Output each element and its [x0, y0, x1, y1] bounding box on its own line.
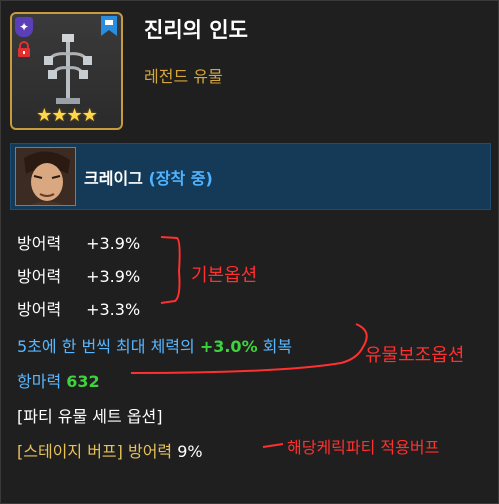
base-option-3: 방어력 +3.3%	[17, 296, 140, 320]
stage-buff-stat: 방어력	[127, 442, 173, 461]
sub-option-value: +3.0%	[199, 337, 258, 356]
relic-sub-option: 5초에 한 번씩 최대 체력의 +3.0% 회복	[17, 333, 292, 357]
stage-buff-label: [스테이지 버프]	[17, 442, 123, 461]
party-set-title: [파티 유물 세트 옵션]	[17, 407, 163, 426]
option-value: +3.9%	[86, 267, 141, 286]
item-grade: 레전드 유물	[144, 67, 223, 86]
base-option-2: 방어력 +3.9%	[17, 263, 140, 287]
sub-option-suffix: 회복	[257, 337, 293, 356]
relic-item-slot[interactable]: ✦ ★★★★	[10, 12, 123, 130]
lock-icon[interactable]	[17, 41, 31, 57]
base-option-1: 방어력 +3.9%	[17, 230, 140, 254]
star-rating: ★★★★	[36, 105, 98, 126]
option-value: +3.9%	[86, 234, 141, 253]
character-name: 크레이그	[84, 169, 143, 188]
magic-resist-stat: 항마력 632	[17, 368, 100, 392]
equipped-label: 크레이그 (장착 중)	[84, 165, 213, 189]
annotation-sub-options: 유물보조옵션	[365, 345, 465, 366]
relic-tooltip: ✦ ★★★★ 진리의 인도 레전드 유물 크레이그 (장착 중) 방어력 +3.…	[0, 0, 499, 504]
item-name: 진리의 인도	[144, 18, 248, 42]
stage-buff-value: 9%	[177, 442, 203, 461]
option-label: 방어력	[17, 234, 62, 253]
stage-buff: [스테이지 버프] 방어력 9%	[17, 438, 203, 462]
magic-resist-label: 항마력	[17, 372, 62, 391]
character-portrait	[15, 147, 76, 206]
magic-resist-value: 632	[66, 372, 100, 391]
option-label: 방어력	[17, 267, 62, 286]
option-label: 방어력	[17, 300, 62, 319]
annotation-base-options: 기본옵션	[191, 265, 258, 286]
candelabra-relic-image	[44, 34, 92, 104]
annotation-party-buff: 해당케릭파티 적용버프	[287, 438, 440, 457]
option-value: +3.3%	[86, 300, 141, 319]
bookmark-icon[interactable]	[101, 16, 117, 36]
equipped-status: (장착 중)	[148, 169, 213, 188]
sub-option-prefix: 5초에 한 번씩 최대 체력의	[17, 337, 200, 356]
purple-grade-icon: ✦	[15, 17, 33, 37]
equipped-character-bar: 크레이그 (장착 중)	[10, 143, 491, 210]
